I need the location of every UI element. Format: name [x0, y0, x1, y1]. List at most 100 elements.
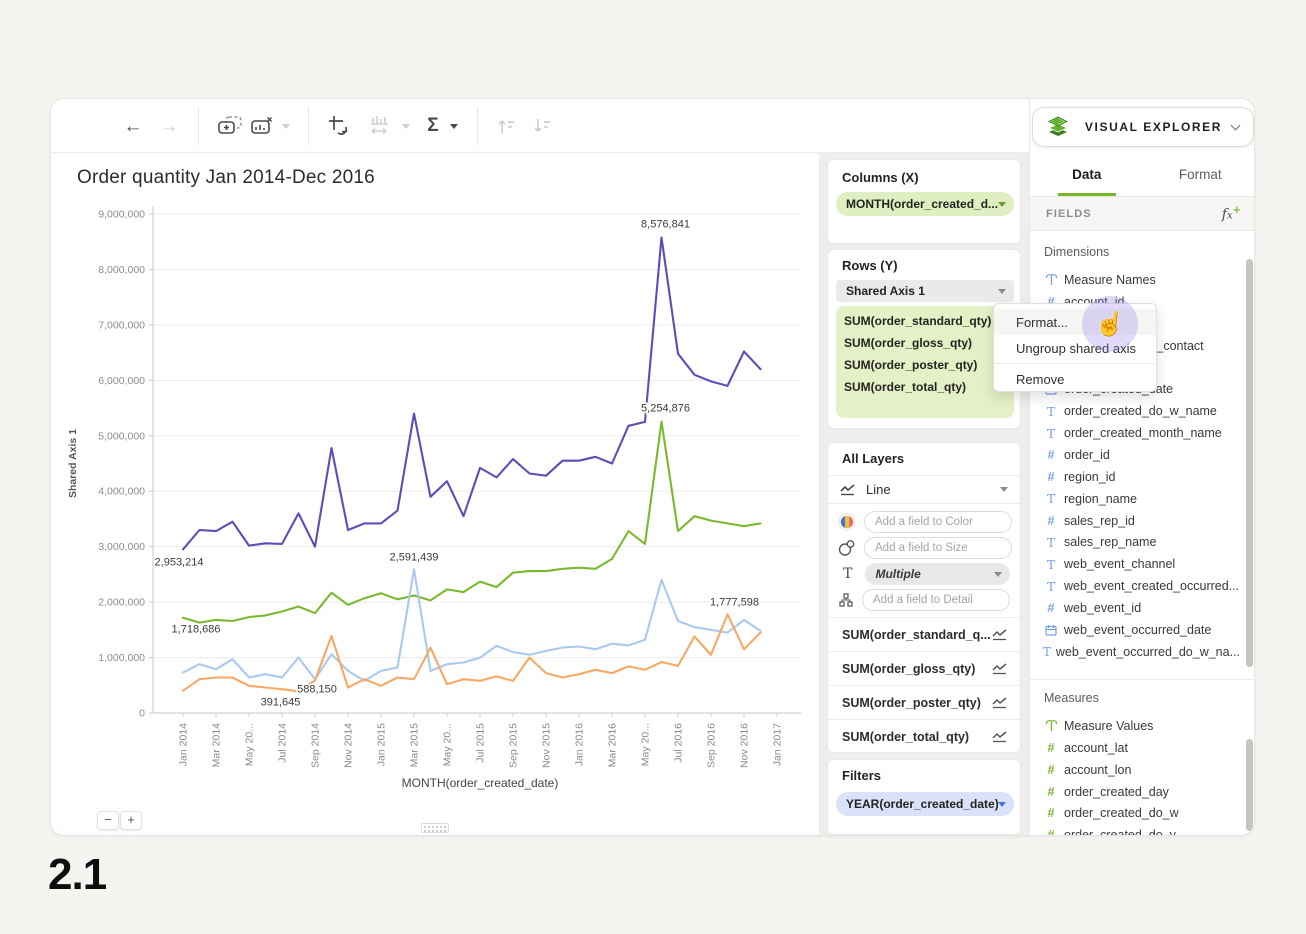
shared-axis-pill[interactable]: Shared Axis 1: [836, 280, 1014, 302]
tab-data[interactable]: Data: [1030, 153, 1144, 196]
field-label: sales_rep_id: [1064, 514, 1135, 528]
field-label: region_id: [1064, 470, 1115, 484]
field-item[interactable]: #account_lon: [1038, 759, 1240, 781]
distribution-caret[interactable]: [397, 99, 415, 153]
all-layers-title: All Layers: [842, 451, 904, 466]
rows-shelf-title: Rows (Y): [842, 258, 898, 273]
filters-panel: Filters YEAR(order_created_date): [827, 759, 1021, 835]
field-item[interactable]: #order_created_do_y: [1038, 824, 1240, 836]
resize-handle[interactable]: [421, 823, 449, 833]
menu-item-remove[interactable]: Remove: [994, 366, 1156, 392]
rows-field-pill[interactable]: SUM(order_gloss_qty): [836, 332, 1014, 354]
sigma-caret[interactable]: [445, 99, 463, 153]
x-tick-label: May 20...: [244, 723, 256, 766]
layer-series-row[interactable]: SUM(order_poster_qty): [828, 685, 1020, 719]
line-mark-icon: [840, 483, 856, 496]
pill-caret-icon: [998, 202, 1006, 207]
x-tick-label: Sep 2014: [310, 723, 322, 768]
forward-arrow-icon[interactable]: →: [153, 99, 185, 153]
field-label: order_created_do_y: [1064, 828, 1176, 836]
size-field-input[interactable]: [864, 537, 1012, 559]
series-line-order_standard_qty[interactable]: [183, 422, 761, 623]
add-calculated-field-icon[interactable]: fx+: [1222, 205, 1241, 223]
toolbar: ← →: [51, 99, 1029, 153]
y-tick-label: 8,000,000: [98, 264, 145, 276]
x-tick-label: Jul 2015: [475, 723, 487, 763]
rows-shelf: Rows (Y) Shared Axis 1 SUM(order_standar…: [827, 249, 1021, 429]
measures-scrollbar[interactable]: [1246, 739, 1253, 831]
x-tick-label: Jan 2015: [376, 723, 388, 766]
point-annotation: 8,576,841: [641, 218, 690, 230]
layer-series-row[interactable]: SUM(order_total_qty): [828, 719, 1020, 753]
text-shelf-icon: T: [838, 566, 857, 582]
measures-list: Measure Values#account_lat#account_lon#o…: [1038, 715, 1240, 836]
zoom-out-button[interactable]: −: [97, 811, 119, 830]
field-item[interactable]: Tsales_rep_name: [1038, 532, 1240, 554]
field-item[interactable]: Measure Values: [1038, 715, 1240, 737]
detail-field-input[interactable]: [862, 589, 1010, 611]
mark-type-dropdown[interactable]: Line: [828, 475, 1020, 503]
zoom-in-button[interactable]: +: [120, 811, 142, 830]
multi-field-icon: [1038, 273, 1064, 286]
menu-separator: [994, 363, 1156, 364]
field-item[interactable]: web_event_occurred_date: [1038, 619, 1240, 641]
field-label: Measure Values: [1064, 719, 1153, 733]
field-item[interactable]: #sales_rep_id: [1038, 510, 1240, 532]
field-item[interactable]: Torder_created_do_w_name: [1038, 400, 1240, 422]
dimensions-scrollbar[interactable]: [1246, 259, 1253, 667]
rows-field-pill[interactable]: SUM(order_total_qty): [836, 376, 1014, 398]
visual-explorer-button[interactable]: VISUAL EXPLORER: [1032, 107, 1254, 147]
back-arrow-icon[interactable]: ←: [117, 99, 149, 153]
field-label: order_created_do_w: [1064, 806, 1179, 820]
panel-tabs: Data Format: [1030, 153, 1255, 197]
field-item[interactable]: #region_id: [1038, 466, 1240, 488]
point-annotation: 2,953,214: [155, 556, 204, 568]
app-window: ← →: [50, 98, 1255, 836]
layer-series-row[interactable]: SUM(order_standard_q...: [828, 617, 1020, 651]
field-item[interactable]: Torder_created_month_name: [1038, 422, 1240, 444]
swap-axes-icon[interactable]: [323, 99, 355, 153]
shelves-column: Columns (X) MONTH(order_created_d... Row…: [819, 153, 1029, 836]
rows-field-pill[interactable]: SUM(order_standard_qty): [836, 310, 1014, 332]
field-item[interactable]: #order_id: [1038, 444, 1240, 466]
layer-series-label: SUM(order_standard_q...: [842, 628, 992, 642]
rows-field-pill[interactable]: SUM(order_poster_qty): [836, 354, 1014, 376]
layer-series-row[interactable]: SUM(order_gloss_qty): [828, 651, 1020, 685]
line-mark-icon: [992, 662, 1008, 675]
field-label: web_event_occurred_do_w_na...: [1056, 645, 1240, 659]
point-annotation: 1,777,598: [710, 596, 759, 608]
distribution-icon[interactable]: [365, 99, 397, 153]
clear-chart-caret[interactable]: [277, 99, 295, 153]
number-field-icon: #: [1038, 806, 1064, 820]
clear-chart-icon[interactable]: [247, 99, 277, 153]
field-item[interactable]: #account_lat: [1038, 737, 1240, 759]
field-item[interactable]: #order_created_do_w: [1038, 803, 1240, 825]
x-tick-label: Jan 2017: [772, 723, 784, 766]
series-line-order_poster_qty[interactable]: [183, 614, 761, 691]
text-field-icon: T: [1038, 579, 1064, 594]
color-field-input[interactable]: [864, 511, 1012, 533]
field-item[interactable]: #web_event_id: [1038, 597, 1240, 619]
text-field-pill[interactable]: Multiple: [865, 563, 1010, 585]
field-item[interactable]: Measure Names: [1038, 269, 1240, 291]
duplicate-chart-icon[interactable]: [213, 99, 247, 153]
filter-field-pill[interactable]: YEAR(order_created_date): [836, 792, 1014, 816]
y-tick-label: 9,000,000: [98, 209, 145, 221]
field-item[interactable]: Tweb_event_occurred_do_w_na...: [1038, 641, 1240, 663]
line-mark-icon: [992, 696, 1008, 709]
field-item[interactable]: Tweb_event_created_occurred...: [1038, 575, 1240, 597]
point-annotation: 1,718,686: [172, 624, 221, 636]
sigma-aggregate-icon[interactable]: Σ: [419, 99, 447, 153]
y-tick-label: 7,000,000: [98, 319, 145, 331]
sort-descending-icon[interactable]: [527, 99, 557, 153]
screenshot-root: { "page": { "footer_label": "2.1" }, "to…: [0, 0, 1306, 934]
columns-field-pill[interactable]: MONTH(order_created_d...: [836, 192, 1014, 216]
y-tick-label: 4,000,000: [98, 486, 145, 498]
tab-format[interactable]: Format: [1144, 153, 1256, 196]
field-item[interactable]: Tregion_name: [1038, 488, 1240, 510]
sort-ascending-icon[interactable]: [491, 99, 521, 153]
field-item[interactable]: #order_created_day: [1038, 781, 1240, 803]
field-item[interactable]: Tweb_event_channel: [1038, 553, 1240, 575]
field-label: order_created_month_name: [1064, 426, 1222, 440]
x-tick-label: Sep 2015: [508, 723, 520, 768]
